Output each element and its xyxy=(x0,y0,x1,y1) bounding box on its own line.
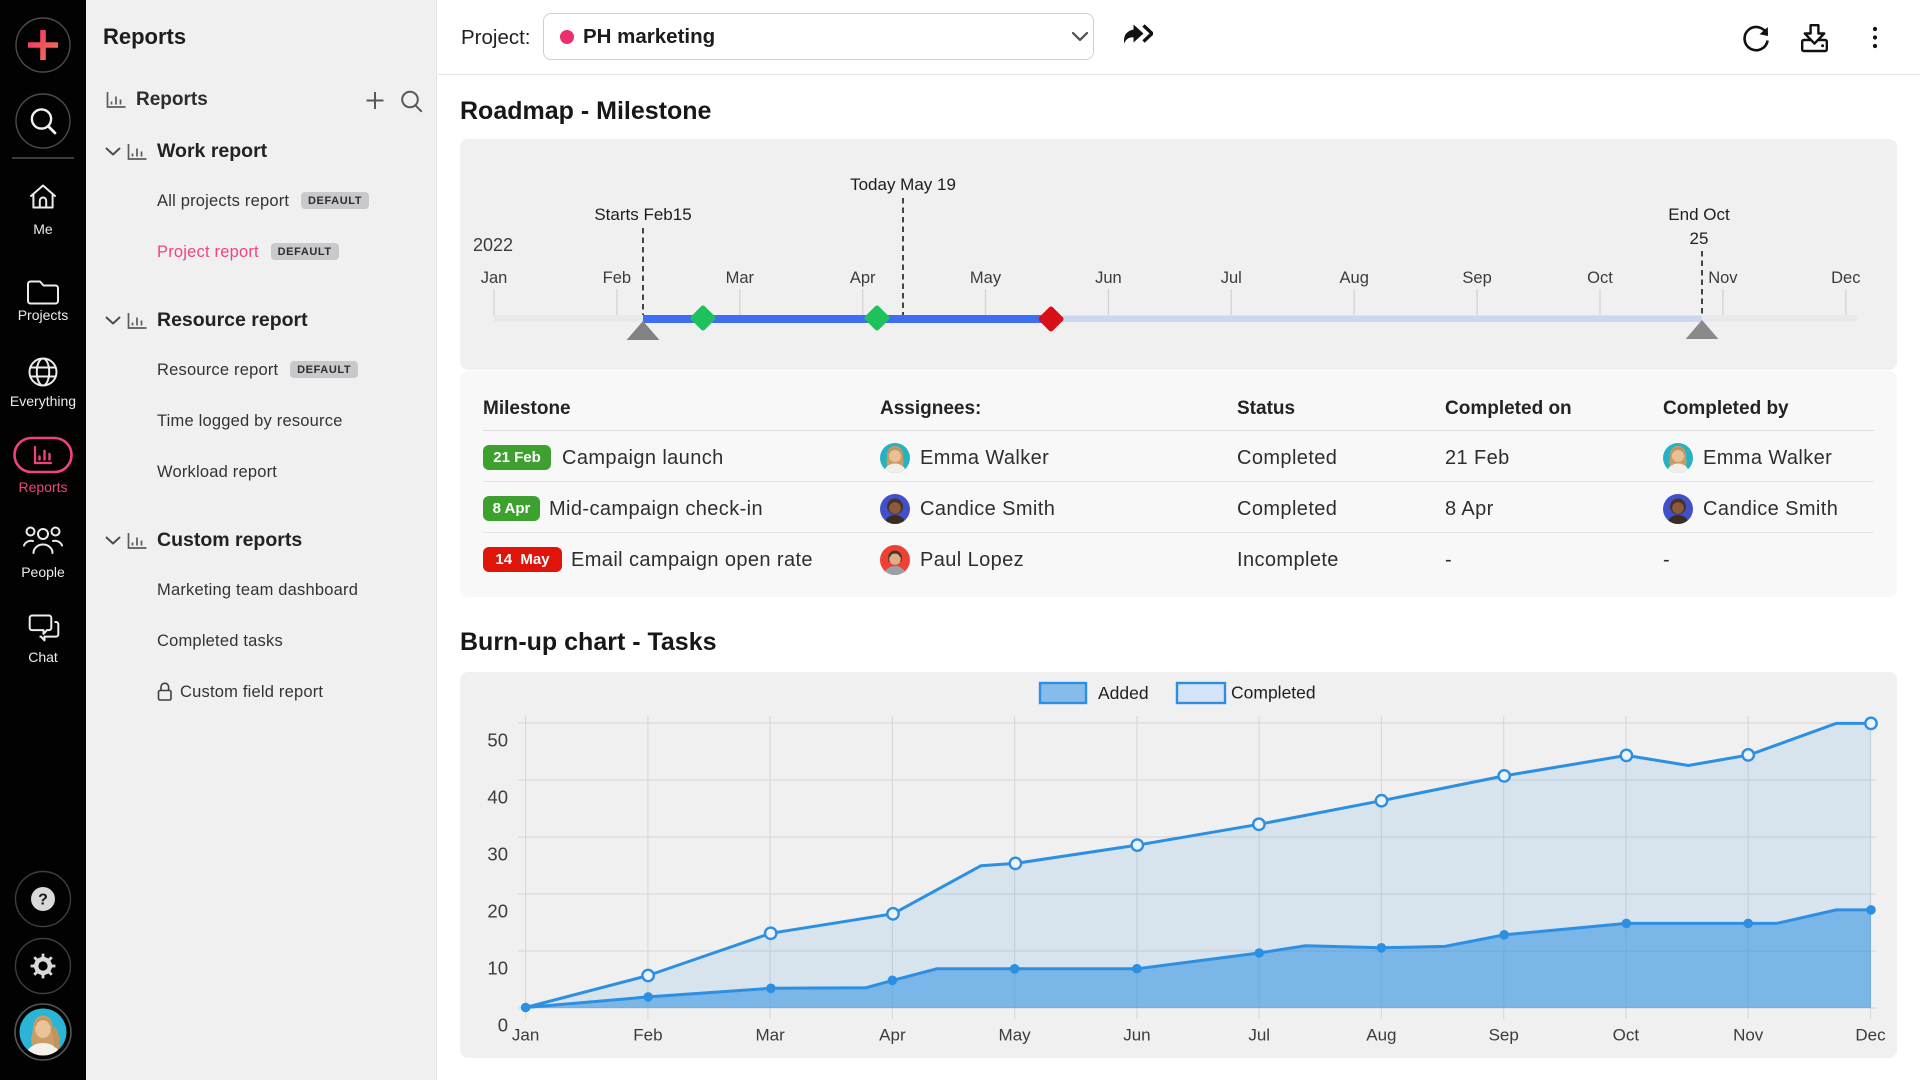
svg-text:20: 20 xyxy=(487,901,508,922)
svg-text:Aug: Aug xyxy=(1340,269,1369,287)
svg-text:2022: 2022 xyxy=(473,235,513,255)
svg-text:25: 25 xyxy=(1690,229,1709,248)
svg-text:May: May xyxy=(999,1026,1032,1045)
svg-text:Completed: Completed xyxy=(1231,683,1316,703)
svg-text:Sep: Sep xyxy=(1462,269,1491,287)
svg-text:Mar: Mar xyxy=(726,269,755,287)
svg-text:Oct: Oct xyxy=(1587,269,1613,287)
svg-text:Aug: Aug xyxy=(1366,1026,1396,1045)
svg-text:50: 50 xyxy=(487,730,508,751)
svg-text:Today May 19: Today May 19 xyxy=(850,175,956,194)
svg-text:Jan: Jan xyxy=(481,269,508,287)
svg-text:Jun: Jun xyxy=(1123,1026,1150,1045)
svg-text:Apr: Apr xyxy=(879,1026,906,1045)
svg-text:End Oct: End Oct xyxy=(1668,205,1730,224)
svg-text:Added: Added xyxy=(1098,683,1149,703)
svg-text:Feb: Feb xyxy=(603,269,631,287)
svg-text:40: 40 xyxy=(487,787,508,808)
svg-text:Oct: Oct xyxy=(1613,1026,1640,1045)
svg-text:Mar: Mar xyxy=(755,1026,785,1045)
svg-text:Starts Feb15: Starts Feb15 xyxy=(594,205,691,224)
svg-text:Jun: Jun xyxy=(1095,269,1122,287)
svg-text:Dec: Dec xyxy=(1855,1026,1886,1045)
svg-text:30: 30 xyxy=(487,844,508,865)
svg-text:Dec: Dec xyxy=(1831,269,1860,287)
svg-text:Jan: Jan xyxy=(512,1026,539,1045)
svg-text:Feb: Feb xyxy=(633,1026,662,1045)
svg-text:Sep: Sep xyxy=(1489,1026,1519,1045)
svg-text:10: 10 xyxy=(487,958,508,979)
svg-text:May: May xyxy=(970,269,1002,287)
svg-text:Nov: Nov xyxy=(1733,1026,1764,1045)
svg-text:Apr: Apr xyxy=(850,269,876,287)
svg-text:Nov: Nov xyxy=(1708,269,1738,287)
svg-text:?: ? xyxy=(38,892,48,909)
svg-text:0: 0 xyxy=(498,1015,508,1036)
svg-text:Jul: Jul xyxy=(1248,1026,1270,1045)
svg-text:Jul: Jul xyxy=(1221,269,1242,287)
